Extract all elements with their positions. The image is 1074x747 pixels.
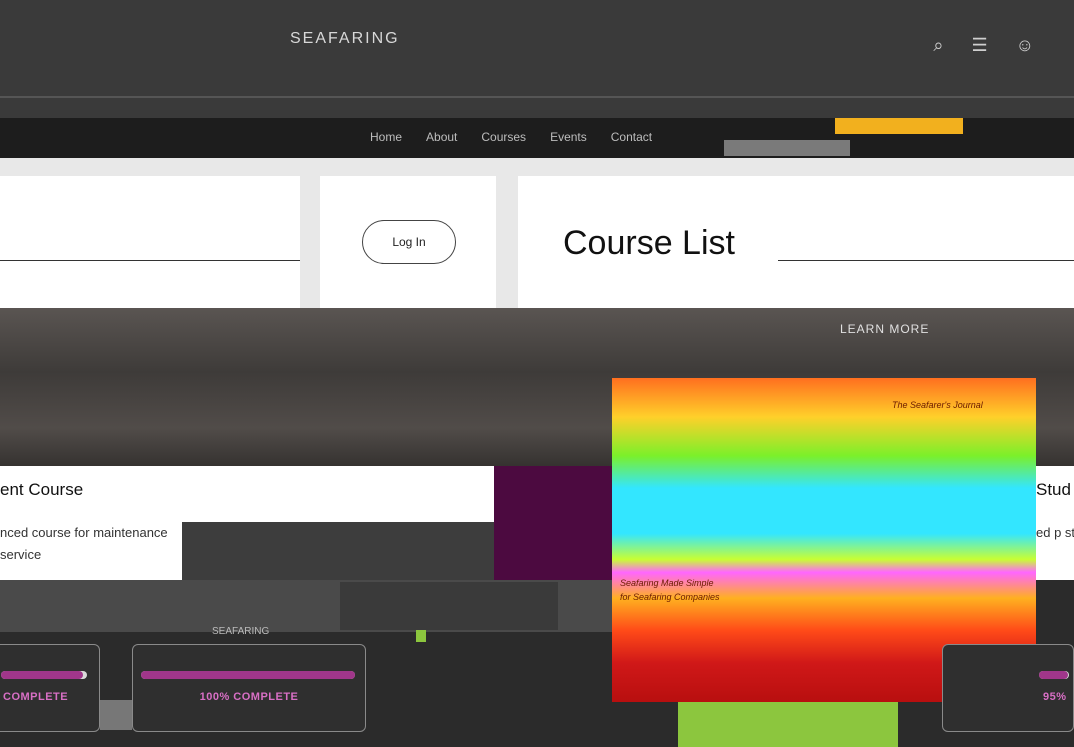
featured-caption-low: for Seafaring Companies: [620, 592, 720, 602]
status-indicator: [416, 630, 426, 642]
progress-card-right[interactable]: 95%: [942, 644, 1074, 732]
search-icon[interactable]: ⌕: [933, 35, 943, 56]
account-icon[interactable]: ☺: [1016, 35, 1034, 56]
course-card-footer: [182, 522, 494, 580]
header-tools: ⌕ ☰ ☺: [933, 35, 1034, 56]
nav-link-events[interactable]: Events: [550, 130, 587, 144]
course-card-left[interactable]: ent Course nced course for maintenance s…: [0, 466, 182, 580]
enroll-button[interactable]: [340, 582, 558, 630]
header-divider: [0, 96, 1074, 98]
menu-icon[interactable]: ☰: [971, 35, 987, 56]
progress-label: 100% COMPLETE: [199, 691, 299, 703]
page-title: Course List: [563, 224, 735, 262]
login-panel: Log In: [320, 176, 496, 308]
top-header: SEAFARING ⌕ ☰ ☺: [0, 0, 1074, 118]
course-title-right: Stud: [1036, 480, 1071, 499]
hero-left-panel: [0, 176, 300, 308]
progress-sub-label: SEAFARING: [212, 626, 270, 637]
progress-card-center[interactable]: 100% COMPLETE: [132, 644, 366, 732]
login-button[interactable]: Log In: [362, 220, 456, 264]
progress-bar: [1039, 671, 1069, 679]
view-all-button[interactable]: [678, 702, 898, 747]
course-card-right[interactable]: Stud ed p stude: [1036, 466, 1074, 580]
nav-link-about[interactable]: About: [426, 130, 457, 144]
progress-bar: [141, 671, 355, 679]
title-divider: [778, 260, 1074, 261]
progress-card-left[interactable]: COMPLETE: [0, 644, 100, 732]
featured-caption-top: The Seafarer's Journal: [892, 400, 983, 410]
featured-caption-mid: Seafaring Made Simple: [620, 578, 714, 588]
progress-fill: [141, 671, 355, 679]
nav-cta-button[interactable]: [835, 118, 963, 134]
nav-active-tab[interactable]: [724, 140, 850, 156]
course-description: nced course for maintenance service: [0, 525, 168, 562]
course-card-accent: [494, 466, 612, 580]
progress-bar: [1, 671, 87, 679]
card-gap: [100, 700, 132, 730]
course-description-right: ed p stude: [1036, 525, 1074, 540]
progress-fill: [1039, 671, 1068, 679]
nav-link-contact[interactable]: Contact: [611, 130, 652, 144]
course-title: ent Course: [0, 480, 84, 499]
hero-left-divider: [0, 260, 300, 261]
title-panel: Course List: [518, 176, 1074, 308]
progress-label: 95%: [1043, 691, 1067, 703]
nav-links: Home About Courses Events Contact: [370, 130, 652, 144]
progress-fill: [1, 671, 83, 679]
course-card-image[interactable]: [182, 466, 494, 522]
banner-link[interactable]: LEARN MORE: [840, 322, 929, 336]
nav-link-courses[interactable]: Courses: [481, 130, 526, 144]
progress-label: COMPLETE: [3, 691, 69, 703]
site-logo[interactable]: SEAFARING: [290, 30, 400, 48]
nav-link-home[interactable]: Home: [370, 130, 402, 144]
